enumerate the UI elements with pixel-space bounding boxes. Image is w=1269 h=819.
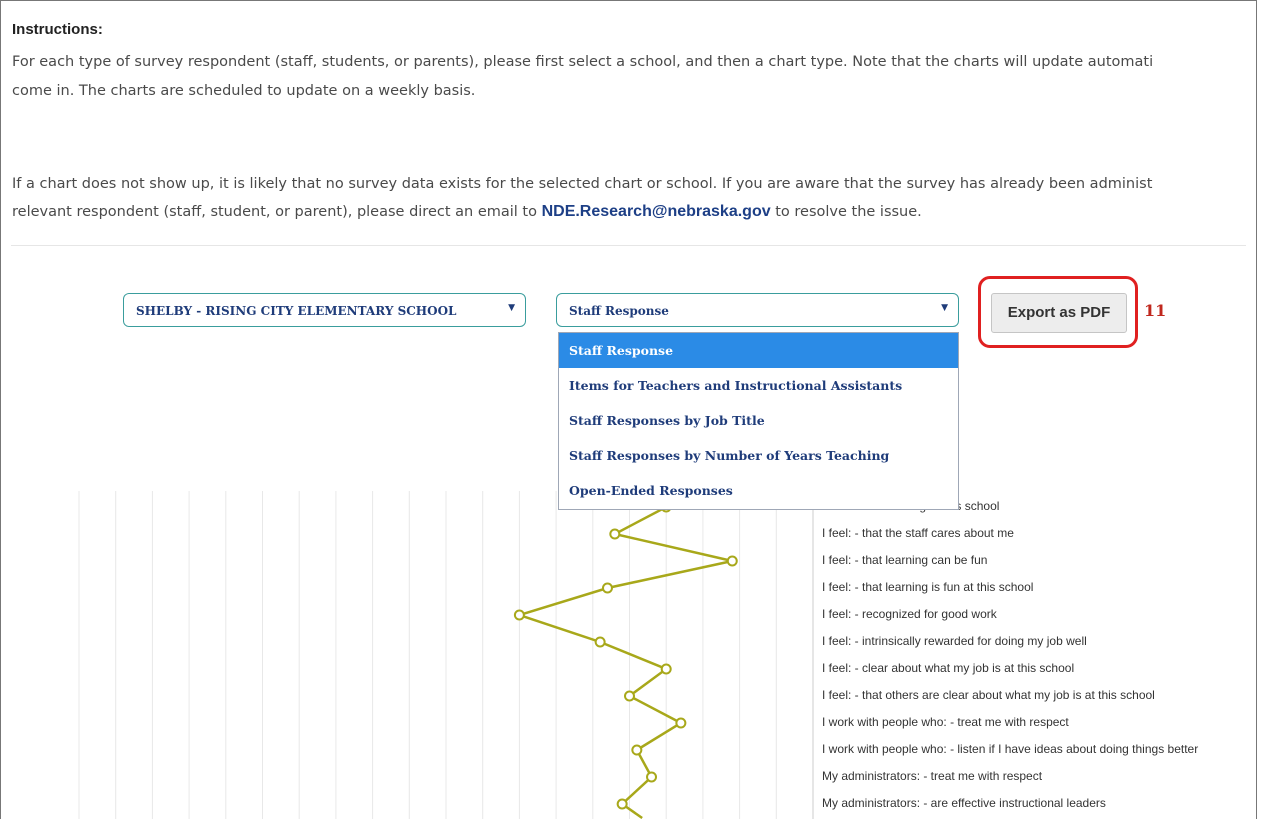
data-point[interactable] — [726, 555, 738, 567]
series-line — [515, 505, 733, 819]
data-point[interactable] — [624, 690, 635, 702]
chart-area: I feel: - like I belong at this schoolI … — [1, 481, 1256, 819]
instructions-para2-line2: relevant respondent (staff, student, or … — [12, 202, 1252, 222]
annotation-highlight-box — [978, 276, 1138, 348]
chevron-down-icon: ▼ — [508, 303, 515, 313]
para2-after-text: to resolve the issue. — [770, 204, 922, 220]
category-label: I feel: - clear about what my job is at … — [822, 661, 1075, 675]
category-label: I feel: - that others are clear about wh… — [822, 688, 1155, 702]
data-point[interactable] — [660, 663, 672, 675]
data-point[interactable] — [513, 609, 525, 621]
category-label: I work with people who: - treat me with … — [822, 715, 1069, 729]
line-chart — [78, 491, 814, 819]
option-by-job-title[interactable]: Staff Responses by Job Title — [559, 403, 958, 438]
chart-type-select[interactable]: Staff Response ▼ — [556, 293, 959, 327]
category-label: I work with people who: - listen if I ha… — [822, 742, 1199, 756]
category-label: I feel: - intrinsically rewarded for doi… — [822, 634, 1087, 648]
category-label: I feel: - recognized for good work — [822, 607, 997, 621]
instructions-title: Instructions: — [12, 21, 103, 38]
instructions-para1-line2: come in. The charts are scheduled to upd… — [12, 83, 476, 99]
category-label: I feel: - that learning is fun at this s… — [822, 580, 1034, 594]
category-label: I feel: - that the staff cares about me — [822, 526, 1014, 540]
para2-before-text: relevant respondent (staff, student, or … — [12, 204, 542, 220]
data-point[interactable] — [646, 771, 658, 783]
category-label: My administrators: - treat me with respe… — [822, 769, 1043, 783]
school-select-value: SHELBY - RISING CITY ELEMENTARY SCHOOL — [136, 304, 457, 318]
option-open-ended[interactable]: Open-Ended Responses — [559, 473, 958, 508]
data-point[interactable] — [594, 636, 606, 648]
category-label: I feel: - that learning can be fun — [822, 553, 988, 567]
option-staff-response[interactable]: Staff Response — [559, 333, 958, 368]
annotation-number: 11 — [1144, 301, 1167, 320]
page-frame: Instructions: For each type of survey re… — [0, 0, 1257, 819]
data-point[interactable] — [609, 528, 621, 540]
chevron-down-icon: ▼ — [941, 303, 948, 313]
instructions-para2-line1: If a chart does not show up, it is likel… — [12, 176, 1153, 192]
chart-type-select-value: Staff Response — [569, 304, 669, 318]
option-by-years-teaching[interactable]: Staff Responses by Number of Years Teach… — [559, 438, 958, 473]
option-items-for-teachers[interactable]: Items for Teachers and Instructional Ass… — [559, 368, 958, 403]
school-select[interactable]: SHELBY - RISING CITY ELEMENTARY SCHOOL ▼ — [123, 293, 526, 327]
instructions-para1-line1: For each type of survey respondent (staf… — [12, 54, 1154, 70]
chart-type-dropdown-menu: Staff Response Items for Teachers and In… — [558, 332, 959, 510]
category-label: My administrators: - are effective instr… — [822, 796, 1106, 810]
data-point[interactable] — [601, 582, 613, 594]
data-point[interactable] — [631, 744, 643, 756]
email-link[interactable]: NDE.Research@nebraska.gov — [542, 203, 771, 220]
data-point[interactable] — [616, 798, 628, 810]
divider — [11, 245, 1246, 246]
data-point[interactable] — [675, 717, 687, 729]
